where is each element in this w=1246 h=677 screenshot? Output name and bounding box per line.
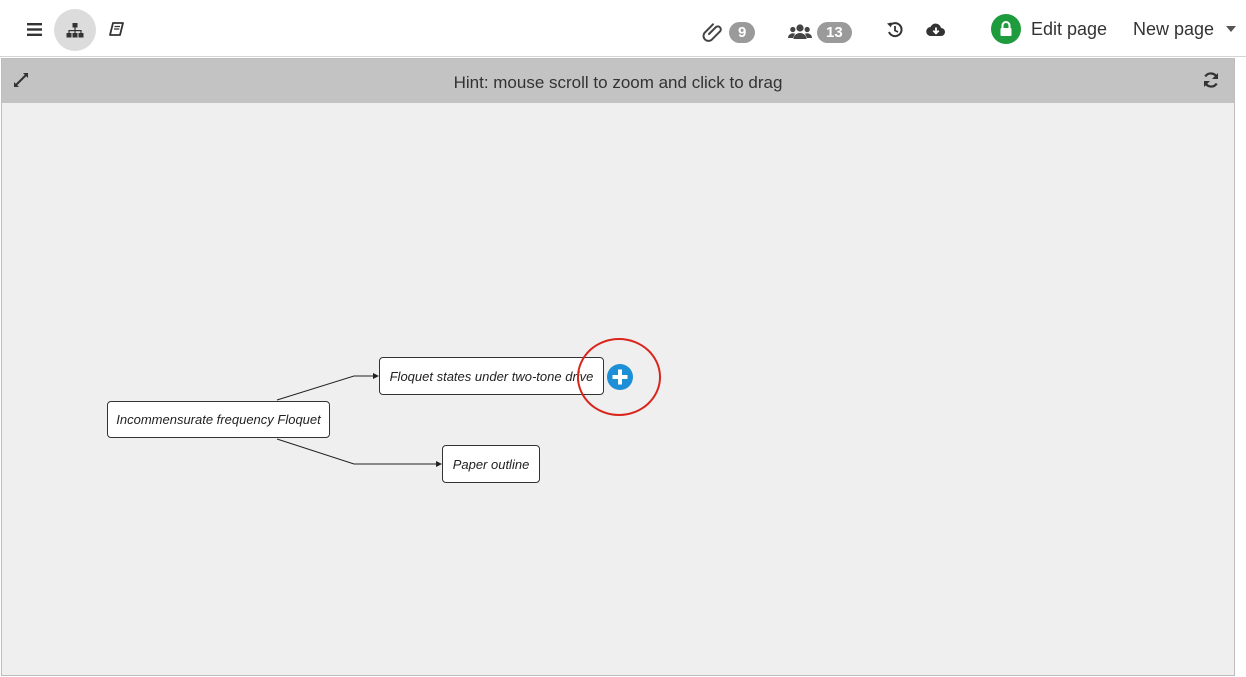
mindmap-node-root[interactable]: Incommensurate frequency Floquet bbox=[107, 401, 330, 438]
connector-root-to-paper bbox=[276, 438, 442, 467]
refresh-icon bbox=[1203, 72, 1219, 88]
mindmap-canvas[interactable]: Incommensurate frequency Floquet Floquet… bbox=[2, 103, 1234, 675]
lock-icon bbox=[991, 14, 1021, 44]
top-toolbar: 9 13 Edit page New page bbox=[0, 0, 1246, 57]
refresh-button[interactable] bbox=[1202, 71, 1224, 93]
mindmap-node-paper-outline[interactable]: Paper outline bbox=[442, 445, 540, 483]
panel-header: Hint: mouse scroll to zoom and click to … bbox=[2, 59, 1234, 103]
sitemap-icon bbox=[66, 22, 84, 37]
caret-down-icon bbox=[1226, 26, 1237, 32]
node-label: Incommensurate frequency Floquet bbox=[116, 412, 321, 427]
collaborators-button[interactable]: 13 bbox=[788, 19, 852, 45]
node-label: Floquet states under two-tone drive bbox=[389, 368, 594, 384]
attachments-count-badge: 9 bbox=[729, 21, 756, 43]
mindmap-view-button[interactable] bbox=[54, 9, 96, 51]
paperclip-icon bbox=[702, 23, 722, 42]
history-icon bbox=[887, 22, 903, 38]
mindmap-panel: Hint: mouse scroll to zoom and click to … bbox=[1, 58, 1235, 676]
book-icon bbox=[108, 21, 124, 36]
collaborators-count-badge: 13 bbox=[817, 21, 852, 43]
download-button[interactable] bbox=[922, 16, 950, 44]
hamburger-menu-icon bbox=[26, 22, 42, 36]
cloud-download-icon bbox=[926, 23, 945, 37]
menu-button[interactable] bbox=[20, 13, 48, 45]
add-node-button[interactable] bbox=[607, 364, 633, 390]
edit-page-label: Edit page bbox=[1031, 18, 1108, 39]
history-button[interactable] bbox=[882, 16, 908, 44]
book-view-button[interactable] bbox=[102, 13, 130, 45]
panel-hint: Hint: mouse scroll to zoom and click to … bbox=[453, 73, 783, 92]
edit-page-button[interactable]: Edit page bbox=[991, 13, 1107, 45]
new-page-label: New page bbox=[1133, 18, 1215, 39]
node-label: Paper outline bbox=[452, 456, 530, 472]
attachments-button[interactable]: 9 bbox=[700, 19, 756, 45]
users-icon bbox=[788, 24, 812, 39]
new-page-dropdown[interactable]: New page bbox=[1133, 13, 1237, 45]
mindmap-node-floquet-states[interactable]: Floquet states under two-tone drive bbox=[379, 357, 604, 395]
connector-root-to-floquet bbox=[276, 373, 379, 401]
plus-circle-icon bbox=[612, 369, 628, 385]
